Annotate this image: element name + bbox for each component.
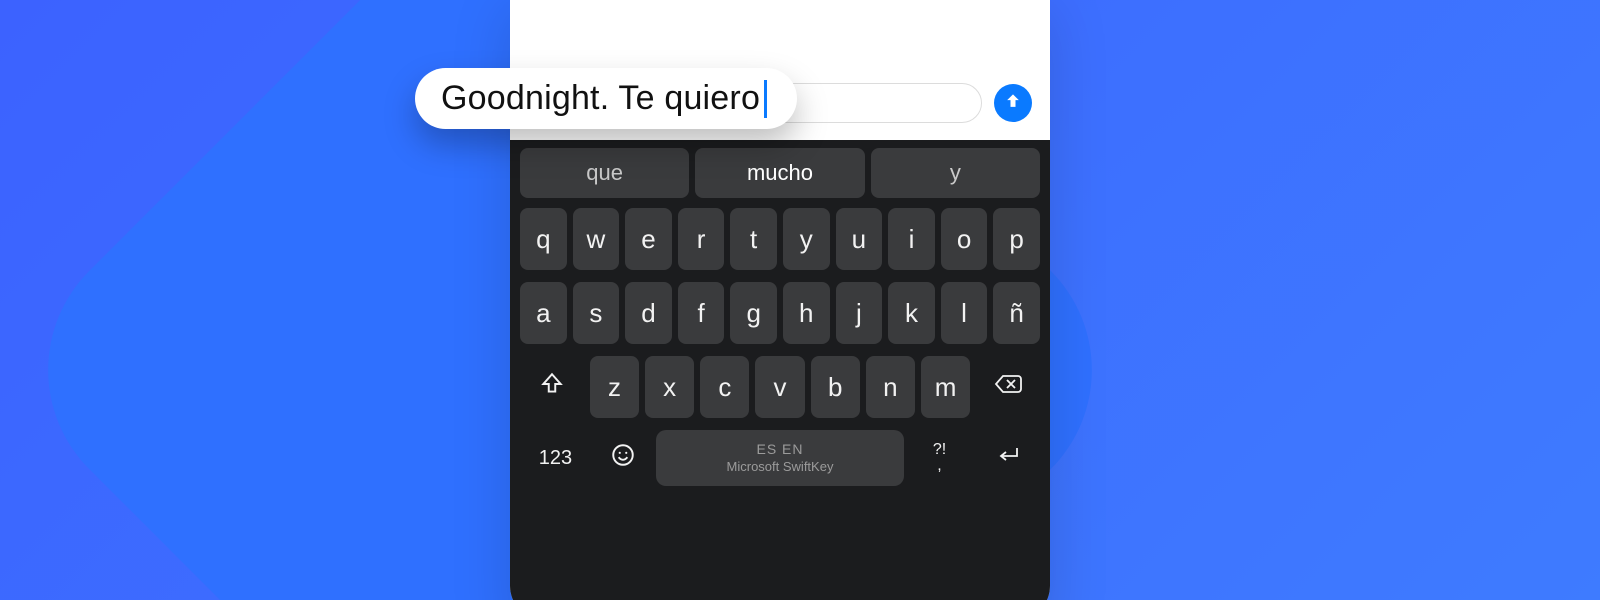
key-d[interactable]: d: [625, 282, 672, 344]
emoji-icon: [610, 442, 636, 475]
key-a[interactable]: a: [520, 282, 567, 344]
key-row-3: z x c v b n m: [520, 356, 1040, 418]
shift-key[interactable]: [520, 356, 584, 418]
suggestion-bar: que mucho y: [520, 148, 1040, 198]
emoji-key[interactable]: [597, 430, 650, 486]
message-bubble-wrap: Goodnight. Te quiero: [415, 68, 797, 129]
key-q[interactable]: q: [520, 208, 567, 270]
return-icon: [994, 443, 1022, 474]
text-cursor: [764, 80, 767, 118]
punct-top: ?!: [933, 442, 946, 458]
spacebar-brand: Microsoft SwiftKey: [727, 460, 834, 474]
backspace-key[interactable]: [976, 356, 1040, 418]
numbers-key[interactable]: 123: [520, 430, 591, 486]
key-e[interactable]: e: [625, 208, 672, 270]
key-v[interactable]: v: [755, 356, 804, 418]
promo-stage: que mucho y q w e r t y u i o p a s d f: [0, 0, 1600, 600]
suggestion-center[interactable]: mucho: [695, 148, 864, 198]
backspace-icon: [993, 372, 1023, 403]
key-w[interactable]: w: [573, 208, 620, 270]
spacebar[interactable]: ES EN Microsoft SwiftKey: [656, 430, 904, 486]
key-l[interactable]: l: [941, 282, 988, 344]
key-h[interactable]: h: [783, 282, 830, 344]
key-r[interactable]: r: [678, 208, 725, 270]
punct-bottom: ,: [937, 458, 941, 474]
send-button[interactable]: [994, 84, 1032, 122]
arrow-up-icon: [1003, 91, 1023, 116]
key-p[interactable]: p: [993, 208, 1040, 270]
key-f[interactable]: f: [678, 282, 725, 344]
key-y[interactable]: y: [783, 208, 830, 270]
key-g[interactable]: g: [730, 282, 777, 344]
shift-icon: [539, 371, 565, 404]
key-u[interactable]: u: [836, 208, 883, 270]
suggestion-right[interactable]: y: [871, 148, 1040, 198]
key-row-bottom: 123 ES EN Microsoft SwiftKey ?! ,: [520, 430, 1040, 486]
key-s[interactable]: s: [573, 282, 620, 344]
key-b[interactable]: b: [811, 356, 860, 418]
key-o[interactable]: o: [941, 208, 988, 270]
suggestion-left[interactable]: que: [520, 148, 689, 198]
key-m[interactable]: m: [921, 356, 970, 418]
return-key[interactable]: [975, 430, 1040, 486]
key-k[interactable]: k: [888, 282, 935, 344]
keyboard: que mucho y q w e r t y u i o p a s d f: [510, 140, 1050, 600]
punctuation-key[interactable]: ?! ,: [910, 430, 969, 486]
key-row-1: q w e r t y u i o p: [520, 208, 1040, 270]
spacebar-lang: ES EN: [756, 442, 803, 457]
key-z[interactable]: z: [590, 356, 639, 418]
key-enye[interactable]: ñ: [993, 282, 1040, 344]
key-j[interactable]: j: [836, 282, 883, 344]
key-i[interactable]: i: [888, 208, 935, 270]
message-text: Goodnight. Te quiero: [441, 79, 760, 118]
key-x[interactable]: x: [645, 356, 694, 418]
key-n[interactable]: n: [866, 356, 915, 418]
key-c[interactable]: c: [700, 356, 749, 418]
message-bubble: Goodnight. Te quiero: [415, 68, 797, 129]
key-t[interactable]: t: [730, 208, 777, 270]
key-row-2: a s d f g h j k l ñ: [520, 282, 1040, 344]
